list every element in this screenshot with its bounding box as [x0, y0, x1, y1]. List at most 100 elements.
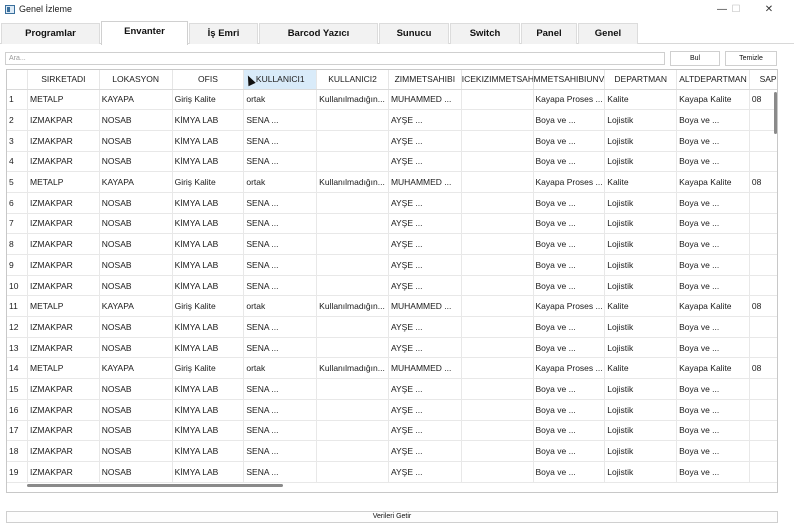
cell-kullanici1[interactable]: SENA ... [243, 275, 318, 297]
cell-ofis[interactable]: KİMYA LAB [172, 130, 245, 152]
cell-sirketadi[interactable]: IZMAKPAR [27, 378, 100, 400]
cell-ofis[interactable]: Giriş Kalite [172, 171, 245, 193]
column-header-icekizimmetsah[interactable]: ICEKIZIMMETSAH [461, 70, 534, 90]
cell-lokasyon[interactable]: NOSAB [99, 109, 173, 131]
cell-departman[interactable]: Lojistik [604, 109, 678, 131]
cell-sirketadi[interactable]: IZMAKPAR [27, 233, 100, 255]
tab-barcod-yazici[interactable]: Barcod Yazıcı [259, 23, 378, 44]
cell-zimmetsahibiunvan[interactable]: Kayapa Proses ... [533, 357, 606, 380]
cell-icekizimmetsah[interactable] [461, 316, 534, 338]
cell-kullanici1[interactable]: SENA ... [243, 130, 318, 152]
column-header-kullanici1[interactable]: KULLANICI1 [243, 70, 318, 90]
cell-kullanici1[interactable]: SENA ... [243, 378, 318, 400]
cell-zimmetsahibiunvan[interactable]: Boya ve ... [533, 316, 606, 338]
cell-departman[interactable]: Kalite [604, 171, 678, 193]
table-row[interactable]: 3 IZMAKPAR NOSAB KİMYA LAB SENA ... AYŞE ... B… [7, 130, 777, 152]
cell-departman[interactable]: Lojistik [604, 440, 678, 462]
cell-ofis[interactable]: KİMYA LAB [172, 440, 245, 462]
cell-icekizimmetsah[interactable] [461, 378, 534, 400]
cell-sirketadi[interactable]: METALP [27, 295, 100, 318]
cell-ofis[interactable]: KİMYA LAB [172, 254, 245, 276]
cell-altdepartman[interactable]: Kayapa Kalite [676, 89, 750, 111]
cell-kullanici2[interactable] [316, 192, 389, 214]
fetch-data-button[interactable]: Verileri Getir [6, 511, 778, 523]
cell-zimmetsahibi[interactable]: AYŞE ... [388, 275, 462, 297]
cell-kullanici2[interactable]: Kullanılmadığın... [316, 295, 389, 318]
cell-sirketadi[interactable]: METALP [27, 89, 100, 111]
cell-zimmetsahibiunvan[interactable]: Boya ve ... [533, 233, 606, 255]
cell-altdepartman[interactable]: Kayapa Kalite [676, 171, 750, 193]
cell-zimmetsahibi[interactable]: AYŞE ... [388, 233, 462, 255]
cell-icekizimmetsah[interactable] [461, 461, 534, 483]
cell-rownum[interactable]: 7 [7, 213, 28, 235]
cell-departman[interactable]: Lojistik [604, 316, 678, 338]
cell-zimmetsahibi[interactable]: AYŞE ... [388, 213, 462, 235]
cell-lokasyon[interactable]: NOSAB [99, 378, 173, 400]
cell-kullanici1[interactable]: SENA ... [243, 109, 318, 131]
search-input[interactable] [5, 52, 665, 65]
table-row[interactable]: 10 IZMAKPAR NOSAB KİMYA LAB SENA ... AYŞE ...… [7, 275, 777, 297]
cell-altdepartman[interactable]: Boya ve ... [676, 109, 750, 131]
table-row[interactable]: 7 IZMAKPAR NOSAB KİMYA LAB SENA ... AYŞE ... B… [7, 213, 777, 235]
cell-kullanici1[interactable]: ortak [243, 357, 318, 380]
cell-kullanici1[interactable]: SENA ... [243, 461, 318, 483]
cell-icekizimmetsah[interactable] [461, 337, 534, 359]
cell-rownum[interactable]: 2 [7, 109, 28, 131]
find-button[interactable]: Bul [670, 51, 720, 66]
table-row[interactable]: 9 IZMAKPAR NOSAB KİMYA LAB SENA ... AYŞE ... B… [7, 254, 777, 276]
cell-kullanici1[interactable]: SENA ... [243, 399, 318, 421]
cell-kullanici2[interactable] [316, 399, 389, 421]
cell-rownum[interactable]: 18 [7, 440, 28, 462]
cell-ofis[interactable]: KİMYA LAB [172, 337, 245, 359]
cell-lokasyon[interactable]: KAYAPA [99, 89, 173, 111]
cell-rownum[interactable]: 12 [7, 316, 28, 338]
cell-zimmetsahibi[interactable]: AYŞE ... [388, 440, 462, 462]
cell-zimmetsahibi[interactable]: AYŞE ... [388, 378, 462, 400]
cell-sirketadi[interactable]: IZMAKPAR [27, 337, 100, 359]
table-row[interactable]: 17 IZMAKPAR NOSAB KİMYA LAB SENA ... AYŞE ...… [7, 420, 777, 442]
cell-lokasyon[interactable]: NOSAB [99, 337, 173, 359]
cell-lokasyon[interactable]: NOSAB [99, 192, 173, 214]
cell-lokasyon[interactable]: NOSAB [99, 130, 173, 152]
cell-kullanici2[interactable] [316, 420, 389, 442]
table-row[interactable]: 19 IZMAKPAR NOSAB KİMYA LAB SENA ... AYŞE ...… [7, 461, 777, 483]
cell-kullanici1[interactable]: SENA ... [243, 151, 318, 173]
cell-rownum[interactable]: 8 [7, 233, 28, 255]
cell-zimmetsahibiunvan[interactable]: Boya ve ... [533, 378, 606, 400]
cell-sirketadi[interactable]: METALP [27, 357, 100, 380]
cell-zimmetsahibi[interactable]: AYŞE ... [388, 151, 462, 173]
cell-zimmetsahibiunvan[interactable]: Boya ve ... [533, 254, 606, 276]
close-icon[interactable]: ✕ [755, 1, 783, 18]
cell-lokasyon[interactable]: NOSAB [99, 420, 173, 442]
cell-kullanici1[interactable]: SENA ... [243, 213, 318, 235]
cell-zimmetsahibi[interactable]: AYŞE ... [388, 192, 462, 214]
cell-altdepartman[interactable]: Boya ve ... [676, 420, 750, 442]
cell-zimmetsahibiunvan[interactable]: Boya ve ... [533, 109, 606, 131]
table-row[interactable]: 4 IZMAKPAR NOSAB KİMYA LAB SENA ... AYŞE ... B… [7, 151, 777, 173]
cell-rownum[interactable]: 11 [7, 295, 28, 318]
vertical-scroll-thumb[interactable] [774, 92, 777, 134]
cell-kullanici2[interactable]: Kullanılmadığın... [316, 357, 389, 380]
tab-genel[interactable]: Genel [578, 23, 638, 44]
cell-ofis[interactable]: KİMYA LAB [172, 109, 245, 131]
column-header-sirketadi[interactable]: SIRKETADI [27, 70, 100, 90]
table-row[interactable]: 16 IZMAKPAR NOSAB KİMYA LAB SENA ... AYŞE ...… [7, 399, 777, 421]
cell-altdepartman[interactable]: Boya ve ... [676, 399, 750, 421]
cell-ofis[interactable]: KİMYA LAB [172, 233, 245, 255]
cell-kullanici2[interactable] [316, 337, 389, 359]
cell-icekizimmetsah[interactable] [461, 151, 534, 173]
cell-ofis[interactable]: Giriş Kalite [172, 357, 245, 380]
cell-altdepartman[interactable]: Boya ve ... [676, 254, 750, 276]
cell-kullanici1[interactable]: ortak [243, 171, 318, 193]
cell-zimmetsahibiunvan[interactable]: Boya ve ... [533, 461, 606, 483]
cell-ofis[interactable]: KİMYA LAB [172, 192, 245, 214]
cell-altdepartman[interactable]: Boya ve ... [676, 130, 750, 152]
cell-zimmetsahibi[interactable]: MUHAMMED ... [388, 295, 462, 318]
cell-icekizimmetsah[interactable] [461, 192, 534, 214]
cell-rownum[interactable]: 19 [7, 461, 28, 483]
cell-kullanici1[interactable]: ortak [243, 89, 318, 111]
cell-departman[interactable]: Kalite [604, 295, 678, 318]
cell-sirketadi[interactable]: IZMAKPAR [27, 109, 100, 131]
cell-zimmetsahibi[interactable]: MUHAMMED ... [388, 171, 462, 193]
tab-is-emri[interactable]: İş Emri [189, 23, 258, 44]
